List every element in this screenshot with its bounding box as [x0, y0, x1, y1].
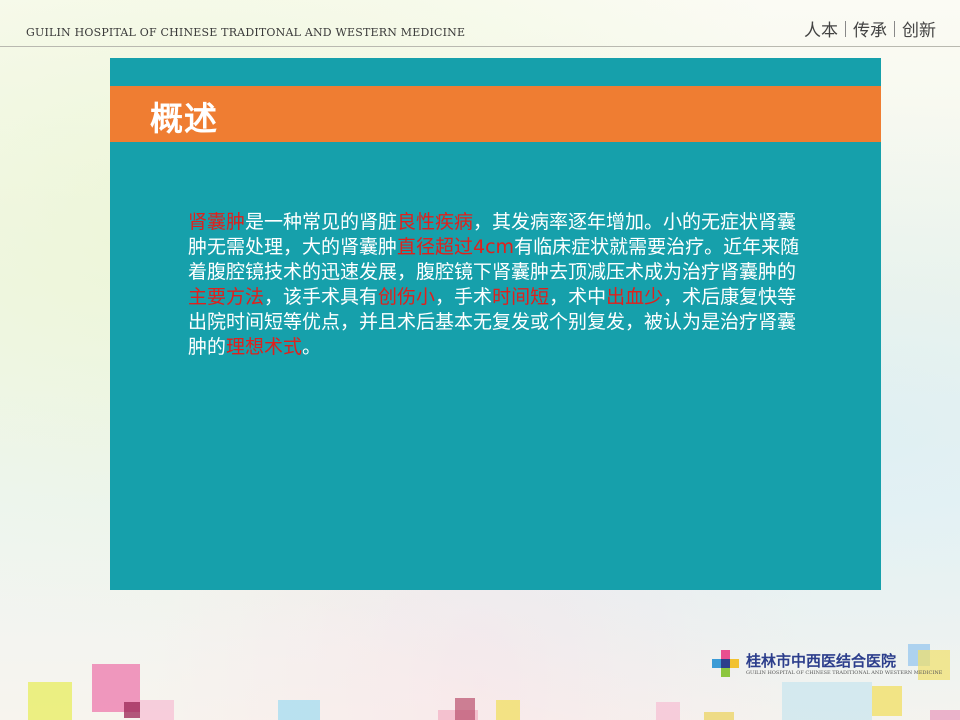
decor-square — [278, 700, 320, 720]
highlighted-term: 良性疾病 — [397, 211, 474, 233]
title-band: 概述 — [110, 86, 881, 142]
decor-square — [930, 710, 960, 720]
slogan: 人本 传承 创新 — [804, 16, 936, 41]
decor-square — [704, 712, 734, 720]
page-header: GUILIN HOSPITAL OF CHINESE TRADITONAL AN… — [0, 0, 960, 52]
decor-square — [140, 700, 174, 720]
header-divider — [0, 46, 960, 47]
content-panel: 概述 肾囊肿是一种常见的肾脏良性疾病，其发病率逐年增加。小的无症状肾囊肿无需处理… — [110, 58, 881, 590]
highlighted-term: 直径超过4cm — [397, 236, 515, 258]
slide-body-text: 肾囊肿是一种常见的肾脏良性疾病，其发病率逐年增加。小的无症状肾囊肿无需处理，大的… — [188, 210, 800, 360]
decor-square — [872, 686, 902, 716]
hospital-logo: 桂林市中西医结合医院 GUILIN HOSPITAL OF CHINESE TR… — [712, 646, 942, 686]
body-segment: ，该手术具有 — [264, 286, 379, 308]
highlighted-term: 主要方法 — [188, 286, 265, 308]
highlighted-term: 肾囊肿 — [188, 211, 246, 233]
decor-square — [28, 682, 72, 720]
highlighted-term: 出血少 — [606, 286, 664, 308]
decor-square — [656, 702, 680, 720]
body-segment: 。 — [302, 336, 322, 358]
hospital-chinese-name: 桂林市中西医结合医院 — [746, 652, 897, 670]
highlighted-term: 创伤小 — [378, 286, 436, 308]
slogan-divider — [894, 20, 895, 37]
hospital-english-name: GUILIN HOSPITAL OF CHINESE TRADITONAL AN… — [26, 26, 466, 39]
highlighted-term: 理想术式 — [226, 336, 303, 358]
decor-square — [496, 700, 520, 720]
slogan-word: 创新 — [902, 21, 936, 41]
hospital-logo-icon — [712, 650, 739, 677]
slide-title: 概述 — [150, 99, 218, 138]
decor-square — [124, 702, 140, 718]
decor-square — [782, 682, 872, 720]
body-segment: 是一种常见的肾脏 — [245, 211, 398, 233]
slogan-word: 人本 — [804, 21, 838, 41]
body-segment: ，手术 — [435, 286, 493, 308]
body-segment: ，术中 — [549, 286, 607, 308]
hospital-english-name-small: GUILIN HOSPITAL OF CHINESE TRADITIONAL A… — [746, 670, 943, 676]
slogan-word: 传承 — [853, 21, 887, 41]
highlighted-term: 时间短 — [492, 286, 550, 308]
decor-square — [455, 698, 475, 720]
slogan-divider — [845, 20, 846, 37]
